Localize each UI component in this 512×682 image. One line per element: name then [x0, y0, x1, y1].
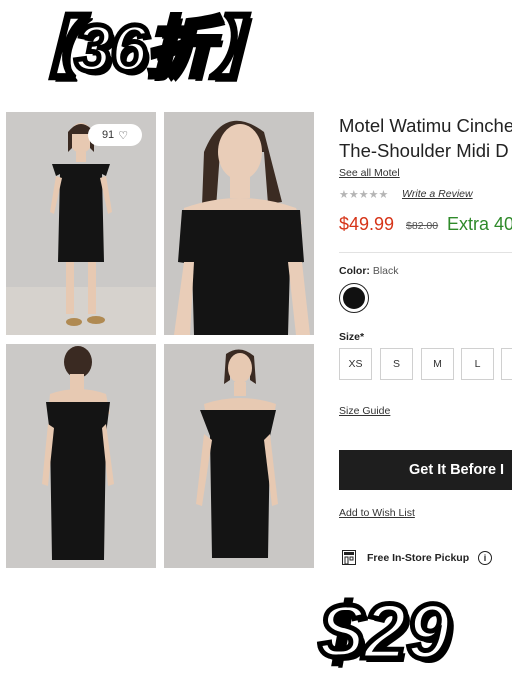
color-label-title: Color: — [339, 265, 370, 277]
rating-stars-icon: ★★★★★ — [339, 189, 389, 201]
add-to-wish-list-link[interactable]: Add to Wish List — [339, 507, 415, 519]
store-icon — [342, 550, 356, 565]
sale-price: $49.99 — [339, 214, 395, 234]
product-photo-closeup[interactable] — [164, 112, 314, 335]
photo-illustration — [6, 344, 156, 568]
color-swatch-black[interactable] — [339, 283, 369, 313]
photo-illustration — [164, 112, 314, 335]
extra-discount: Extra 40 — [447, 214, 512, 234]
color-label: Color: Black — [339, 265, 399, 277]
photo-illustration — [164, 344, 314, 568]
deal-price-sticker: $29 — [317, 585, 452, 678]
product-title-line-2: The-Shoulder Midi D — [339, 140, 509, 161]
product-title-line-1: Motel Watimu Cinche — [339, 115, 512, 136]
size-option-m[interactable]: M — [421, 348, 454, 380]
heart-icon: ♡ — [118, 129, 129, 142]
size-guide-link[interactable]: Size Guide — [339, 405, 390, 417]
write-review-link[interactable]: Write a Review — [402, 188, 473, 200]
color-value: Black — [372, 265, 399, 277]
size-option-s[interactable]: S — [380, 348, 413, 380]
size-option-xl[interactable]: X — [501, 348, 512, 380]
product-photo-back[interactable] — [6, 344, 156, 568]
swatch-fill — [343, 287, 365, 309]
original-price: $82.00 — [406, 220, 439, 232]
discount-banner: 【36折】 — [7, 9, 279, 88]
get-it-before-button[interactable]: Get It Before I — [339, 450, 512, 490]
size-label: Size* — [339, 331, 365, 343]
info-icon[interactable]: i — [478, 551, 492, 565]
size-option-l[interactable]: L — [461, 348, 494, 380]
divider — [339, 252, 512, 253]
size-option-xs[interactable]: XS — [339, 348, 372, 380]
product-photo-three-quarter[interactable] — [164, 344, 314, 568]
favorite-count-pill[interactable]: 91 ♡ — [88, 124, 142, 146]
free-in-store-pickup-label: Free In-Store Pickup — [367, 552, 470, 564]
product-title: Motel Watimu Cinche The-Shoulder Midi D — [339, 113, 512, 163]
see-all-brand-link[interactable]: See all Motel — [339, 167, 400, 179]
product-info-panel: Motel Watimu Cinche The-Shoulder Midi D … — [339, 0, 512, 682]
favorite-count: 91 — [101, 129, 115, 141]
